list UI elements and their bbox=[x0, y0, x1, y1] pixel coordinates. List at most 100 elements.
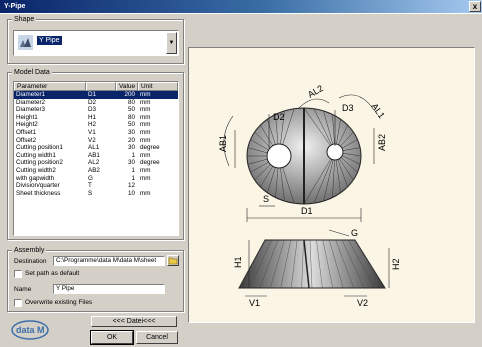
table-row[interactable]: Cutting position2 AL2 30 degree bbox=[14, 159, 178, 167]
cell-param: Cutting width1 bbox=[16, 151, 56, 159]
shape-selected-value: Y Pipe bbox=[37, 36, 62, 45]
cell-value: 200 bbox=[124, 91, 135, 98]
top-view bbox=[223, 94, 375, 222]
table-row[interactable]: Cutting width1 AB1 1 mm bbox=[14, 152, 178, 160]
label-s: S bbox=[263, 194, 269, 204]
table-row[interactable]: Diameter2 D2 80 mm bbox=[14, 99, 178, 107]
cell-unit: mm bbox=[140, 189, 151, 197]
cell-unit: mm bbox=[140, 128, 151, 136]
cell-value: 80 bbox=[127, 98, 135, 106]
label-d1: D1 bbox=[301, 206, 313, 216]
chevron-down-icon[interactable]: ▼ bbox=[166, 32, 177, 54]
shape-dropdown[interactable]: Y Pipe ▼ bbox=[13, 30, 179, 56]
cell-unit: degree bbox=[140, 159, 160, 167]
label-h1: H1 bbox=[233, 256, 243, 268]
table-row[interactable]: Height1 H1 80 mm bbox=[14, 114, 178, 122]
close-button[interactable]: x bbox=[469, 1, 481, 12]
set-default-label: Set path as default bbox=[25, 270, 80, 277]
overwrite-label: Overwrite existing Files bbox=[25, 299, 93, 306]
cell-sym: D1 bbox=[88, 91, 97, 98]
data-m-logo: data M bbox=[11, 320, 49, 340]
label-al1: AL1 bbox=[369, 101, 386, 120]
shape-legend: Shape bbox=[12, 15, 37, 24]
cell-sym: S bbox=[88, 189, 93, 197]
label-d3: D3 bbox=[342, 103, 354, 113]
cell-sym: AB1 bbox=[88, 151, 100, 159]
cell-sym: T bbox=[88, 182, 92, 190]
cell-value: 10 bbox=[127, 189, 135, 197]
cell-param: Sheet thickness bbox=[16, 189, 61, 197]
drawing-canvas: AL2 AL1 D2 D3 AB1 AB2 S D1 G H1 H2 V1 V2 bbox=[189, 48, 474, 322]
cell-value: 30 bbox=[127, 144, 135, 152]
column-header-value[interactable]: Value bbox=[116, 82, 138, 91]
table-row[interactable]: Sheet thickness S 10 mm bbox=[14, 190, 178, 198]
label-d2: D2 bbox=[273, 112, 285, 122]
table-row[interactable]: with gapwidth G 1 mm bbox=[14, 175, 178, 183]
table-row[interactable]: Offset1 V1 30 mm bbox=[14, 129, 178, 137]
folder-browse-icon bbox=[168, 257, 178, 265]
y-pipe-drawing: AL2 AL1 D2 D3 AB1 AB2 S D1 G H1 H2 V1 V2 bbox=[218, 83, 401, 308]
table-row[interactable]: Division/quarter T 12 bbox=[14, 182, 178, 190]
column-header-parameter[interactable]: Parameter bbox=[14, 82, 86, 91]
cell-sym: H2 bbox=[88, 121, 97, 129]
cell-sym: AL2 bbox=[88, 159, 100, 167]
table-row[interactable]: Cutting width2 AB2 1 mm bbox=[14, 167, 178, 175]
logo-text: data M bbox=[16, 325, 45, 335]
cell-param: with gapwidth bbox=[16, 174, 55, 182]
y-pipe-thumbnail-icon bbox=[18, 35, 33, 50]
table-row[interactable]: Diameter3 D3 50 mm bbox=[14, 106, 178, 114]
parameter-table: Parameter Value Unit Diameter1 D1 200 mm Dia… bbox=[13, 81, 179, 236]
label-ab2: AB2 bbox=[377, 134, 387, 151]
table-row[interactable]: Height2 H2 50 mm bbox=[14, 121, 178, 129]
nav-button[interactable]: <<< Datei<<< bbox=[91, 316, 177, 327]
table-row[interactable]: Offset2 V2 20 mm bbox=[14, 137, 178, 145]
table-header: Parameter Value Unit bbox=[14, 82, 178, 91]
cell-param: Cutting position1 bbox=[16, 144, 63, 152]
cell-value: 30 bbox=[127, 159, 135, 167]
ok-button[interactable]: OK bbox=[90, 330, 134, 345]
cell-param: Diameter3 bbox=[16, 106, 46, 114]
side-view bbox=[238, 229, 390, 297]
cell-unit: mm bbox=[140, 121, 151, 129]
column-header-symbol[interactable] bbox=[86, 82, 116, 91]
browse-button[interactable] bbox=[167, 255, 179, 266]
cell-value: 50 bbox=[127, 106, 135, 114]
table-row[interactable]: Diameter1 D1 200 mm bbox=[14, 91, 178, 99]
name-label: Name bbox=[14, 286, 32, 293]
cell-sym: D3 bbox=[88, 106, 97, 114]
cell-sym: AB2 bbox=[88, 166, 100, 174]
shape-group: Shape Y Pipe ▼ bbox=[7, 15, 184, 64]
cell-value: 80 bbox=[127, 113, 135, 121]
cell-param: Cutting position2 bbox=[16, 159, 63, 167]
drawing-panel: AL2 AL1 D2 D3 AB1 AB2 S D1 G H1 H2 V1 V2 bbox=[188, 47, 475, 323]
column-header-unit[interactable]: Unit bbox=[138, 82, 178, 91]
cell-param: Cutting width2 bbox=[16, 166, 56, 174]
cell-unit: mm bbox=[140, 166, 151, 174]
table-body: Diameter1 D1 200 mm Diameter2 D2 80 mm Diameter3… bbox=[14, 91, 178, 197]
overwrite-checkbox[interactable] bbox=[14, 299, 22, 307]
cell-param: Division/quarter bbox=[16, 182, 60, 190]
table-row[interactable]: Cutting position1 AL1 30 degree bbox=[14, 144, 178, 152]
cell-param: Offset2 bbox=[16, 136, 37, 144]
assembly-legend: Assembly bbox=[12, 246, 47, 255]
label-v2: V2 bbox=[357, 298, 368, 308]
destination-label: Destination bbox=[14, 258, 47, 265]
assembly-group: Assembly Destination C:\Programme\data M… bbox=[7, 246, 184, 312]
cell-unit: degree bbox=[140, 144, 160, 152]
name-field[interactable]: Y Pipe bbox=[53, 284, 165, 294]
cancel-button[interactable]: Cancel bbox=[136, 331, 178, 344]
cell-value: 1 bbox=[131, 151, 135, 159]
cell-unit: mm bbox=[140, 113, 151, 121]
destination-field[interactable]: C:\Programme\data M\data M\sheet bbox=[53, 256, 165, 266]
set-default-checkbox[interactable] bbox=[14, 270, 22, 278]
cell-param: Diameter1 bbox=[16, 91, 46, 98]
cell-param: Height1 bbox=[16, 113, 38, 121]
cell-value: 30 bbox=[127, 128, 135, 136]
window-title: Y-Pipe bbox=[4, 3, 26, 10]
label-h2: H2 bbox=[391, 258, 401, 270]
label-v1: V1 bbox=[249, 298, 260, 308]
cell-value: 1 bbox=[131, 174, 135, 182]
cell-value: 20 bbox=[127, 136, 135, 144]
model-data-group: Model Data Parameter Value Unit Diameter… bbox=[7, 68, 184, 240]
cell-unit: mm bbox=[140, 136, 151, 144]
